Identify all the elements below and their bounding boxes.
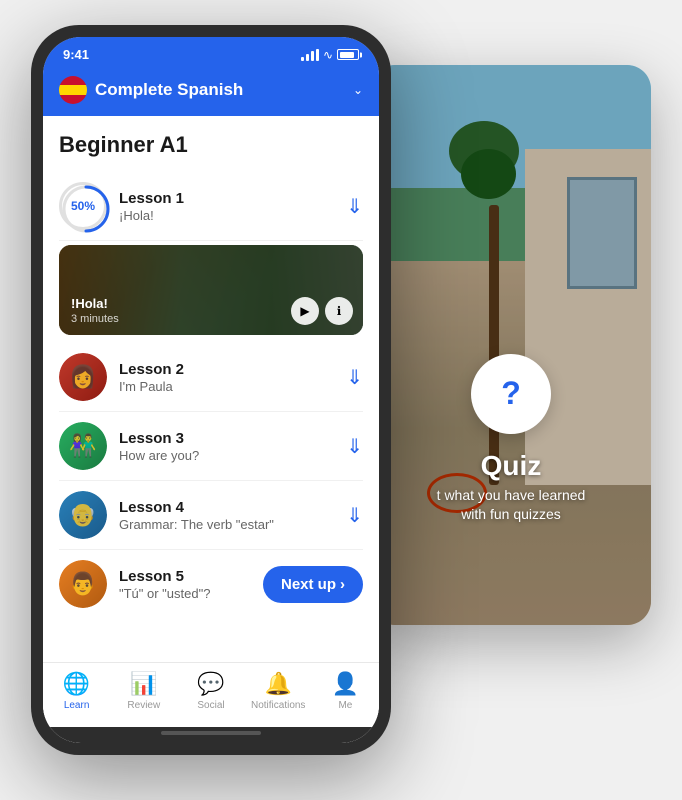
- quiz-subtitle: t what you have learnedwith fun quizzes: [437, 486, 586, 525]
- video-controls: ▶ ℹ: [291, 297, 353, 325]
- signal-bar-4: [316, 49, 319, 61]
- lesson-item-5[interactable]: 👨 Lesson 5 "Tú" or "usted"? Next up ›: [59, 550, 363, 618]
- section-title: Beginner A1: [59, 132, 363, 158]
- bottom-nav: 🌐 Learn 📊 Review 💬 Social 🔔 Notification…: [43, 662, 379, 727]
- video-info-btn[interactable]: ℹ: [325, 297, 353, 325]
- lesson-2-info: Lesson 2 I'm Paula: [119, 361, 334, 394]
- quiz-text-block: Quiz t what you have learnedwith fun qui…: [437, 450, 586, 525]
- nav-item-notifications[interactable]: 🔔 Notifications: [245, 671, 312, 711]
- lesson-4-title: Lesson 4: [119, 499, 334, 516]
- social-label: Social: [197, 700, 224, 711]
- quiz-overlay: [371, 65, 651, 625]
- phone-device: 9:41 ∿: [31, 25, 391, 755]
- lesson-2-avatar: 👩: [59, 353, 107, 401]
- download-icon-2[interactable]: ⇓: [346, 365, 363, 390]
- me-label: Me: [338, 700, 352, 711]
- lesson-1-progress: 50%: [59, 182, 107, 230]
- avatar-3-bg: 👫: [59, 422, 107, 470]
- app-title: Complete Spanish: [95, 80, 345, 100]
- progress-text: 50%: [71, 199, 95, 213]
- lesson-4-subtitle: Grammar: The verb "estar": [119, 517, 334, 532]
- lesson-4-info: Lesson 4 Grammar: The verb "estar": [119, 499, 334, 532]
- social-icon: 💬: [197, 671, 224, 697]
- spain-flag-icon: [59, 76, 87, 104]
- lesson-3-subtitle: How are you?: [119, 448, 334, 463]
- lesson-item-2[interactable]: 👩 Lesson 2 I'm Paula ⇓: [59, 343, 363, 412]
- battery-fill: [340, 52, 354, 58]
- app-content: Beginner A1 50%: [43, 116, 379, 743]
- next-up-arrow: ›: [340, 576, 345, 593]
- lesson-4-avatar: 👴: [59, 491, 107, 539]
- review-icon: 📊: [130, 671, 157, 697]
- avatar-5-bg: 👨: [59, 560, 107, 608]
- lesson-5-title: Lesson 5: [119, 568, 251, 585]
- avatar-4-bg: 👴: [59, 491, 107, 539]
- person-icon-2: 👩: [69, 364, 96, 390]
- home-indicator: [43, 727, 379, 743]
- lesson-1-subtitle: ¡Hola!: [119, 208, 334, 223]
- lesson-5-info: Lesson 5 "Tú" or "usted"?: [119, 568, 251, 601]
- me-icon: 👤: [332, 671, 359, 697]
- nav-item-learn[interactable]: 🌐 Learn: [43, 671, 110, 711]
- person-icon-3: 👫: [69, 433, 96, 459]
- lesson-2-subtitle: I'm Paula: [119, 379, 334, 394]
- status-bar: 9:41 ∿: [43, 37, 379, 68]
- next-up-button[interactable]: Next up ›: [263, 566, 363, 603]
- lesson-5-subtitle: "Tú" or "usted"?: [119, 586, 251, 601]
- notifications-label: Notifications: [251, 700, 305, 711]
- status-icons: ∿: [301, 48, 359, 62]
- notifications-icon: 🔔: [265, 671, 292, 697]
- person-icon-4: 👴: [69, 502, 96, 528]
- wifi-icon: ∿: [323, 48, 333, 62]
- nav-item-social[interactable]: 💬 Social: [177, 671, 244, 711]
- learn-icon: 🌐: [63, 671, 90, 697]
- review-label: Review: [127, 700, 160, 711]
- phone-screen: 9:41 ∿: [43, 37, 379, 743]
- status-time: 9:41: [63, 47, 89, 62]
- flag-middle: [59, 85, 87, 94]
- quiz-content: ? Quiz t what you have learnedwith fun q…: [371, 354, 651, 525]
- lesson-2-title: Lesson 2: [119, 361, 334, 378]
- lesson-item-3[interactable]: 👫 Lesson 3 How are you? ⇓: [59, 412, 363, 481]
- flag-top: [59, 76, 87, 85]
- quiz-card: ? Quiz t what you have learnedwith fun q…: [371, 65, 651, 625]
- lesson-1-title: Lesson 1: [119, 190, 334, 207]
- video-card[interactable]: !Hola! 3 minutes ▶ ℹ: [59, 245, 363, 335]
- signal-bars-icon: [301, 49, 319, 61]
- download-icon-4[interactable]: ⇓: [346, 503, 363, 528]
- lesson-item-1[interactable]: 50% Lesson 1 ¡Hola! ⇓: [59, 172, 363, 241]
- next-up-label: Next up: [281, 576, 336, 593]
- person-icon-5: 👨: [69, 571, 96, 597]
- video-play-btn[interactable]: ▶: [291, 297, 319, 325]
- flag-bottom: [59, 95, 87, 104]
- lesson-3-avatar: 👫: [59, 422, 107, 470]
- signal-bar-1: [301, 57, 304, 61]
- lesson-5-avatar: 👨: [59, 560, 107, 608]
- battery-icon: [337, 49, 359, 60]
- lesson-3-info: Lesson 3 How are you?: [119, 430, 334, 463]
- avatar-2-bg: 👩: [59, 353, 107, 401]
- download-icon-3[interactable]: ⇓: [346, 434, 363, 459]
- learn-label: Learn: [64, 700, 90, 711]
- home-bar: [161, 731, 261, 735]
- content-scroll: Beginner A1 50%: [43, 116, 379, 662]
- chevron-down-icon[interactable]: ⌄: [353, 83, 363, 97]
- download-icon-1[interactable]: ⇓: [346, 194, 363, 219]
- lesson-item-4[interactable]: 👴 Lesson 4 Grammar: The verb "estar" ⇓: [59, 481, 363, 550]
- signal-bar-3: [311, 51, 314, 61]
- nav-item-me[interactable]: 👤 Me: [312, 671, 379, 711]
- lesson-3-title: Lesson 3: [119, 430, 334, 447]
- quiz-title: Quiz: [437, 450, 586, 482]
- lesson-1-info: Lesson 1 ¡Hola!: [119, 190, 334, 223]
- quiz-question-circle: ?: [471, 354, 551, 434]
- nav-item-review[interactable]: 📊 Review: [110, 671, 177, 711]
- app-header: Complete Spanish ⌄: [43, 68, 379, 116]
- scene: ? Quiz t what you have learnedwith fun q…: [31, 25, 651, 775]
- quiz-question-mark: ?: [501, 375, 521, 412]
- progress-circle: 50%: [59, 182, 107, 230]
- signal-bar-2: [306, 54, 309, 61]
